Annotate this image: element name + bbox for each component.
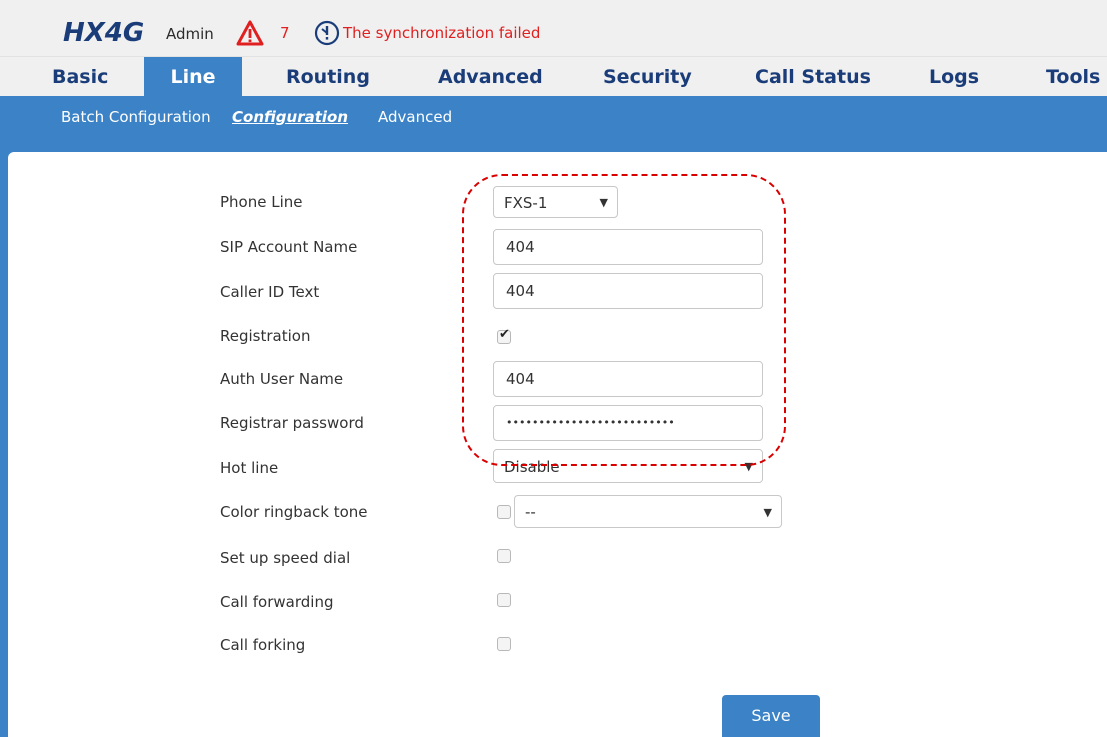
subnav-configuration[interactable]: Configuration bbox=[232, 108, 348, 126]
call-forking-checkbox[interactable] bbox=[497, 637, 511, 651]
sub-nav: Batch Configuration Configuration Advanc… bbox=[0, 96, 1107, 140]
phone-line-label: Phone Line bbox=[220, 193, 303, 211]
color-ringback-tone-select[interactable]: -- ▼ bbox=[514, 495, 782, 528]
color-ringback-tone-checkbox[interactable] bbox=[497, 505, 511, 519]
registration-checkbox[interactable]: ✔ bbox=[497, 327, 511, 344]
call-forwarding-checkbox[interactable] bbox=[497, 593, 511, 607]
main-nav: Basic Line Routing Advanced Security Cal… bbox=[0, 56, 1107, 97]
color-ringback-tone-value: -- bbox=[525, 503, 536, 521]
top-bar: HX4G Admin 7 The synchronization failed bbox=[0, 0, 1107, 56]
subnav-advanced[interactable]: Advanced bbox=[378, 108, 452, 126]
registrar-password-input[interactable]: •••••••••••••••••••••••••• bbox=[493, 405, 763, 441]
dropdown-arrow-icon: ▼ bbox=[599, 196, 608, 209]
nav-basic[interactable]: Basic bbox=[52, 57, 108, 97]
checkmark-icon: ✔ bbox=[499, 327, 510, 342]
phone-line-select[interactable]: FXS-1 ▼ bbox=[493, 186, 618, 218]
sip-account-name-input[interactable]: 404 bbox=[493, 229, 763, 265]
dropdown-arrow-icon: ▼ bbox=[744, 460, 753, 473]
color-ringback-tone-label: Color ringback tone bbox=[220, 503, 368, 521]
caller-id-text-input[interactable]: 404 bbox=[493, 273, 763, 309]
auth-user-name-input[interactable]: 404 bbox=[493, 361, 763, 397]
nav-security[interactable]: Security bbox=[603, 57, 692, 97]
speed-dial-label: Set up speed dial bbox=[220, 549, 351, 567]
phone-line-value: FXS-1 bbox=[504, 194, 548, 212]
user-label[interactable]: Admin bbox=[166, 25, 214, 43]
speed-dial-checkbox[interactable] bbox=[497, 549, 511, 563]
nav-line[interactable]: Line bbox=[144, 57, 242, 97]
nav-advanced[interactable]: Advanced bbox=[438, 57, 543, 97]
sip-account-name-label: SIP Account Name bbox=[220, 238, 358, 256]
clock-alert-icon bbox=[314, 20, 340, 46]
nav-tools[interactable]: Tools bbox=[1046, 57, 1100, 97]
sync-status-message: The synchronization failed bbox=[343, 24, 541, 42]
hot-line-label: Hot line bbox=[220, 459, 279, 477]
subnav-batch-configuration[interactable]: Batch Configuration bbox=[61, 108, 211, 126]
call-forking-label: Call forking bbox=[220, 636, 306, 654]
registrar-password-label: Registrar password bbox=[220, 414, 364, 432]
alert-count[interactable]: 7 bbox=[280, 24, 290, 42]
registration-label: Registration bbox=[220, 327, 311, 345]
nav-routing[interactable]: Routing bbox=[286, 57, 370, 97]
warning-triangle-icon[interactable] bbox=[236, 20, 264, 46]
logo: HX4G bbox=[63, 18, 145, 48]
caller-id-text-label: Caller ID Text bbox=[220, 283, 320, 301]
nav-call-status[interactable]: Call Status bbox=[755, 57, 871, 97]
call-forwarding-label: Call forwarding bbox=[220, 593, 334, 611]
hot-line-value: Disable bbox=[504, 458, 560, 476]
hot-line-select[interactable]: Disable ▼ bbox=[493, 449, 763, 483]
dropdown-arrow-icon: ▼ bbox=[763, 506, 772, 519]
auth-user-name-label: Auth User Name bbox=[220, 370, 344, 388]
save-button[interactable]: Save bbox=[722, 695, 820, 737]
nav-logs[interactable]: Logs bbox=[929, 57, 979, 97]
